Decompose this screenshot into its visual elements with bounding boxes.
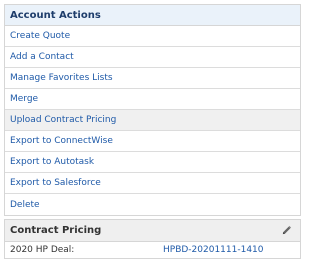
account-actions-panel: Account Actions Create Quote Add a Conta… — [4, 4, 301, 216]
action-add-contact[interactable]: Add a Contact — [5, 47, 300, 68]
action-manage-favorites-lists[interactable]: Manage Favorites Lists — [5, 68, 300, 89]
action-export-connectwise[interactable]: Export to ConnectWise — [5, 131, 300, 152]
contract-pricing-title: Contract Pricing — [10, 225, 102, 236]
contract-pricing-panel: Contract Pricing 2020 HP Deal: HPBD-2020… — [4, 219, 301, 259]
contract-pricing-label: 2020 HP Deal: — [10, 245, 75, 255]
action-export-salesforce[interactable]: Export to Salesforce — [5, 173, 300, 194]
action-upload-contract-pricing[interactable]: Upload Contract Pricing — [5, 110, 300, 131]
action-delete[interactable]: Delete — [5, 194, 300, 215]
action-create-quote[interactable]: Create Quote — [5, 26, 300, 47]
account-actions-header: Account Actions — [5, 5, 300, 26]
action-export-autotask[interactable]: Export to Autotask — [5, 152, 300, 173]
contract-pricing-header: Contract Pricing — [5, 220, 300, 242]
contract-pricing-row: 2020 HP Deal: HPBD-20201111-1410 — [5, 242, 300, 258]
pencil-icon[interactable] — [280, 225, 292, 237]
contract-pricing-value-link[interactable]: HPBD-20201111-1410 — [163, 245, 264, 255]
action-merge[interactable]: Merge — [5, 89, 300, 110]
